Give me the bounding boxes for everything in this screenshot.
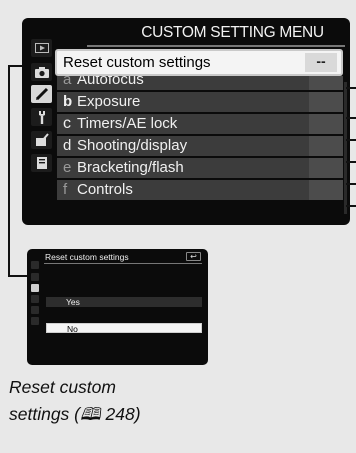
menu-item-key: a [63,76,72,88]
back-icon[interactable]: ↩ [186,252,201,261]
submenu-rule [44,263,202,264]
reset-custom-settings-row[interactable]: Reset custom settings -- [55,49,343,76]
leader-tick-b [346,117,356,119]
scrollbar[interactable] [344,82,347,214]
menu-item-key: e [63,159,72,176]
menu-item-bracketing-flash[interactable]: e Bracketing/flash [57,158,343,178]
playback-menu-icon [31,261,39,269]
menu-item-exposure[interactable]: b Exposure [57,92,343,112]
submenu-title: Reset custom settings [45,252,129,262]
retouch-menu-icon [31,306,39,314]
menu-item-label: Bracketing/flash [77,159,184,176]
option-label: No [67,324,78,334]
menu-item-value-box [309,92,343,112]
menu-item-autofocus[interactable]: a Autofocus [57,76,343,90]
leader-tick-c [346,139,356,141]
menu-title: CUSTOM SETTING MENU [141,24,324,41]
title-rule [87,45,345,47]
leader-tick-e [346,183,356,185]
option-yes[interactable]: Yes [46,297,202,307]
leader-line-bottom [8,275,28,277]
my-menu-icon[interactable] [31,154,52,172]
menu-item-label: Controls [77,181,133,198]
menu-item-key: f [63,181,68,198]
setup-menu-icon [31,295,39,303]
menu-item-controls[interactable]: f Controls [57,180,343,200]
menu-item-label: Shooting/display [77,137,188,154]
setup-menu-icon[interactable] [31,108,52,126]
custom-setting-menu-screen: CUSTOM SETTING MENU Reset custom setting… [22,18,350,225]
leader-tick-d [346,161,356,163]
retouch-menu-icon[interactable] [31,131,52,149]
my-menu-icon [31,317,39,325]
photo-shooting-menu-icon [31,273,39,281]
menu-item-value-box [309,180,343,200]
leader-line-vertical [8,65,10,277]
menu-item-timers-ae-lock[interactable]: c Timers/AE lock [57,114,343,134]
menu-item-shooting-display[interactable]: d Shooting/display [57,136,343,156]
menu-item-value-box [309,158,343,178]
leader-tick-f [346,205,356,207]
custom-setting-menu-icon[interactable] [31,85,52,103]
menu-item-key: b [63,93,73,110]
custom-setting-menu-icon [31,284,39,292]
caption-line-2: settings (🕮 248) [9,404,141,424]
option-no[interactable]: No [46,323,202,334]
menu-item-value-box [309,76,343,90]
photo-shooting-menu-icon[interactable] [31,63,52,81]
menu-item-label: Exposure [77,93,141,110]
leader-tick-a [346,87,356,89]
menu-item-key: c [63,115,71,132]
playback-menu-icon[interactable] [31,39,52,57]
menu-item-value-box [309,136,343,156]
menu-item-label: Autofocus [77,76,144,88]
menu-item-label: Timers/AE lock [77,115,178,132]
menu-item-key: d [63,137,72,154]
reset-custom-settings-screen: Reset custom settings ↩ Yes No [27,249,208,365]
figure-caption: Reset custom settings (🕮 248) [9,374,209,428]
caption-line-1: Reset custom [9,377,116,397]
reset-custom-settings-label: Reset custom settings [63,54,211,71]
reset-custom-settings-value: -- [305,53,337,72]
menu-item-value-box [309,114,343,134]
option-label: Yes [66,297,80,307]
